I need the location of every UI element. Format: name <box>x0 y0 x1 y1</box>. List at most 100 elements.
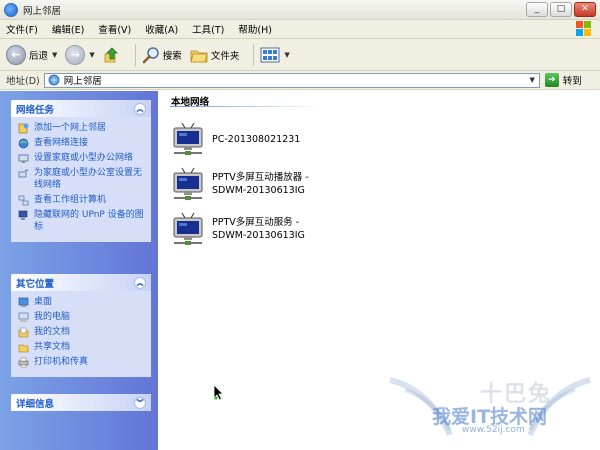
windows-logo-icon <box>576 21 592 37</box>
network-computer-icon <box>173 122 203 155</box>
task-view-workgroup[interactable]: 查看工作组计算机 <box>18 194 146 206</box>
address-label: 地址(D) <box>6 76 40 87</box>
group-divider <box>170 106 320 107</box>
task-hide-upnp-icons[interactable]: 隐藏联网的 UPnP 设备的图标 <box>18 209 146 233</box>
place-label: 打印机和传真 <box>34 357 89 367</box>
address-dropdown-icon[interactable]: ▼ <box>526 74 539 87</box>
views-dropdown-icon[interactable]: ▼ <box>284 51 289 59</box>
back-arrow-icon: ← <box>6 44 26 65</box>
up-button[interactable] <box>103 46 121 64</box>
upnp-icon <box>18 210 28 220</box>
forward-button[interactable]: → ▼ <box>65 44 95 65</box>
network-tasks-panel: 网络任务 ︽ 添加一个网上邻居 查看网络连接 设置家庭或小型办公网络 为家庭或小… <box>11 100 151 242</box>
search-label: 搜索 <box>162 50 182 62</box>
folders-icon <box>190 50 208 62</box>
network-tasks-list: 添加一个网上邻居 查看网络连接 设置家庭或小型办公网络 为家庭或小型办公室设置无… <box>11 117 151 242</box>
other-places-panel: 其它位置 ︽ 桌面 我的电脑 我的文档 共享文档 打印机和传真 <box>11 274 151 377</box>
views-icon <box>260 47 280 62</box>
task-label: 设置家庭或小型办公网络 <box>34 153 134 163</box>
task-pane: 网络任务 ︽ 添加一个网上邻居 查看网络连接 设置家庭或小型办公网络 为家庭或小… <box>0 91 158 450</box>
my-computer-icon <box>18 312 29 322</box>
add-network-place-icon <box>18 123 29 134</box>
toolbar-separator <box>134 43 136 66</box>
maximize-button[interactable]: □ <box>550 2 572 17</box>
network-item[interactable]: PC-201308021231 <box>171 122 300 156</box>
place-my-documents[interactable]: 我的文档 <box>18 326 146 338</box>
collapse-chevron-icon[interactable]: ︽ <box>134 102 146 115</box>
item-name: PPTV多屏互动服务 - <box>212 217 300 228</box>
place-shared-documents[interactable]: 共享文档 <box>18 341 146 353</box>
go-label: 转到 <box>562 76 582 87</box>
task-setup-wireless-network[interactable]: 为家庭或小型办公室设置无线网络 <box>18 167 146 191</box>
go-button[interactable]: ➜ 转到 <box>544 73 582 87</box>
network-item[interactable]: PPTV多屏互动服务 - SDWM-20130613IG <box>171 212 305 246</box>
task-label: 查看网络连接 <box>34 138 89 148</box>
desktop-icon <box>18 297 29 307</box>
wireless-network-icon <box>18 169 29 178</box>
home-network-icon <box>18 154 29 163</box>
item-label: PPTV多屏互动播放器 - SDWM-20130613IG <box>212 171 309 197</box>
network-places-icon <box>48 74 60 86</box>
network-connections-icon <box>18 138 29 149</box>
close-button[interactable]: ✕ <box>574 2 596 17</box>
task-view-network-connections[interactable]: 查看网络连接 <box>18 137 146 149</box>
item-label: PC-201308021231 <box>212 133 300 146</box>
network-item[interactable]: PPTV多屏互动播放器 - SDWM-20130613IG <box>171 167 309 201</box>
printers-icon <box>18 357 29 368</box>
item-name: PC-201308021231 <box>212 133 301 145</box>
network-places-icon <box>4 2 18 17</box>
other-places-header[interactable]: 其它位置 ︽ <box>11 274 151 291</box>
back-dropdown-icon[interactable]: ▼ <box>52 51 57 59</box>
forward-arrow-icon: → <box>65 44 86 65</box>
folders-label: 文件夹 <box>210 50 240 62</box>
menu-edit[interactable]: 编辑(E) <box>52 22 84 36</box>
address-field[interactable]: 网上邻居 ▼ <box>43 72 540 88</box>
task-label: 查看工作组计算机 <box>34 195 107 205</box>
place-desktop[interactable]: 桌面 <box>18 296 146 308</box>
views-button[interactable]: ▼ <box>260 47 290 63</box>
menu-tools[interactable]: 工具(T) <box>192 22 224 36</box>
collapse-chevron-icon[interactable]: ︽ <box>134 276 146 289</box>
window-controls: _ □ ✕ <box>526 2 596 17</box>
item-host: SDWM-20130613IG <box>212 230 305 241</box>
menu-file[interactable]: 文件(F) <box>6 22 38 36</box>
item-name: PPTV多屏互动播放器 - <box>212 172 309 183</box>
task-setup-home-network[interactable]: 设置家庭或小型办公网络 <box>18 152 146 164</box>
my-documents-icon <box>18 327 29 338</box>
network-tasks-title: 网络任务 <box>16 104 55 116</box>
task-add-network-place[interactable]: 添加一个网上邻居 <box>18 122 146 134</box>
place-label: 我的文档 <box>34 327 71 337</box>
search-icon <box>142 46 159 63</box>
minimize-button[interactable]: _ <box>526 2 548 17</box>
forward-dropdown-icon[interactable]: ▼ <box>89 51 94 59</box>
place-label: 桌面 <box>34 297 53 307</box>
menu-help[interactable]: 帮助(H) <box>238 22 272 36</box>
menu-favorites[interactable]: 收藏(A) <box>145 22 178 36</box>
window-title: 网上邻居 <box>23 5 62 17</box>
title-bar: 网上邻居 _ □ ✕ <box>0 0 600 20</box>
search-button[interactable]: 搜索 <box>142 46 182 64</box>
shared-documents-icon <box>18 344 29 353</box>
folders-button[interactable]: 文件夹 <box>190 47 240 63</box>
task-label: 添加一个网上邻居 <box>34 123 107 133</box>
task-label: 隐藏联网的 UPnP 设备的图标 <box>34 210 144 232</box>
mouse-cursor-icon <box>213 384 224 401</box>
menu-view[interactable]: 查看(V) <box>98 22 131 36</box>
menu-bar: 文件(F) 编辑(E) 查看(V) 收藏(A) 工具(T) 帮助(H) <box>0 20 600 39</box>
network-tasks-header[interactable]: 网络任务 ︽ <box>11 100 151 117</box>
place-label: 共享文档 <box>34 342 71 352</box>
details-header[interactable]: 详细信息 ︾ <box>11 394 151 411</box>
expand-chevron-icon[interactable]: ︾ <box>134 396 146 409</box>
network-tv-device-icon <box>173 167 203 200</box>
item-label: PPTV多屏互动服务 - SDWM-20130613IG <box>212 216 305 242</box>
other-places-title: 其它位置 <box>16 278 55 290</box>
back-button[interactable]: ← 后退 ▼ <box>6 44 57 65</box>
folder-up-icon <box>104 46 118 62</box>
go-arrow-icon: ➜ <box>544 73 559 87</box>
details-panel: 详细信息 ︾ <box>11 394 151 411</box>
toolbar: ← 后退 ▼ → ▼ 搜索 文件夹 ▼ <box>0 39 600 71</box>
place-label: 我的电脑 <box>34 312 71 322</box>
place-my-computer[interactable]: 我的电脑 <box>18 311 146 323</box>
toolbar-separator <box>253 43 255 66</box>
place-printers-faxes[interactable]: 打印机和传真 <box>18 356 146 368</box>
